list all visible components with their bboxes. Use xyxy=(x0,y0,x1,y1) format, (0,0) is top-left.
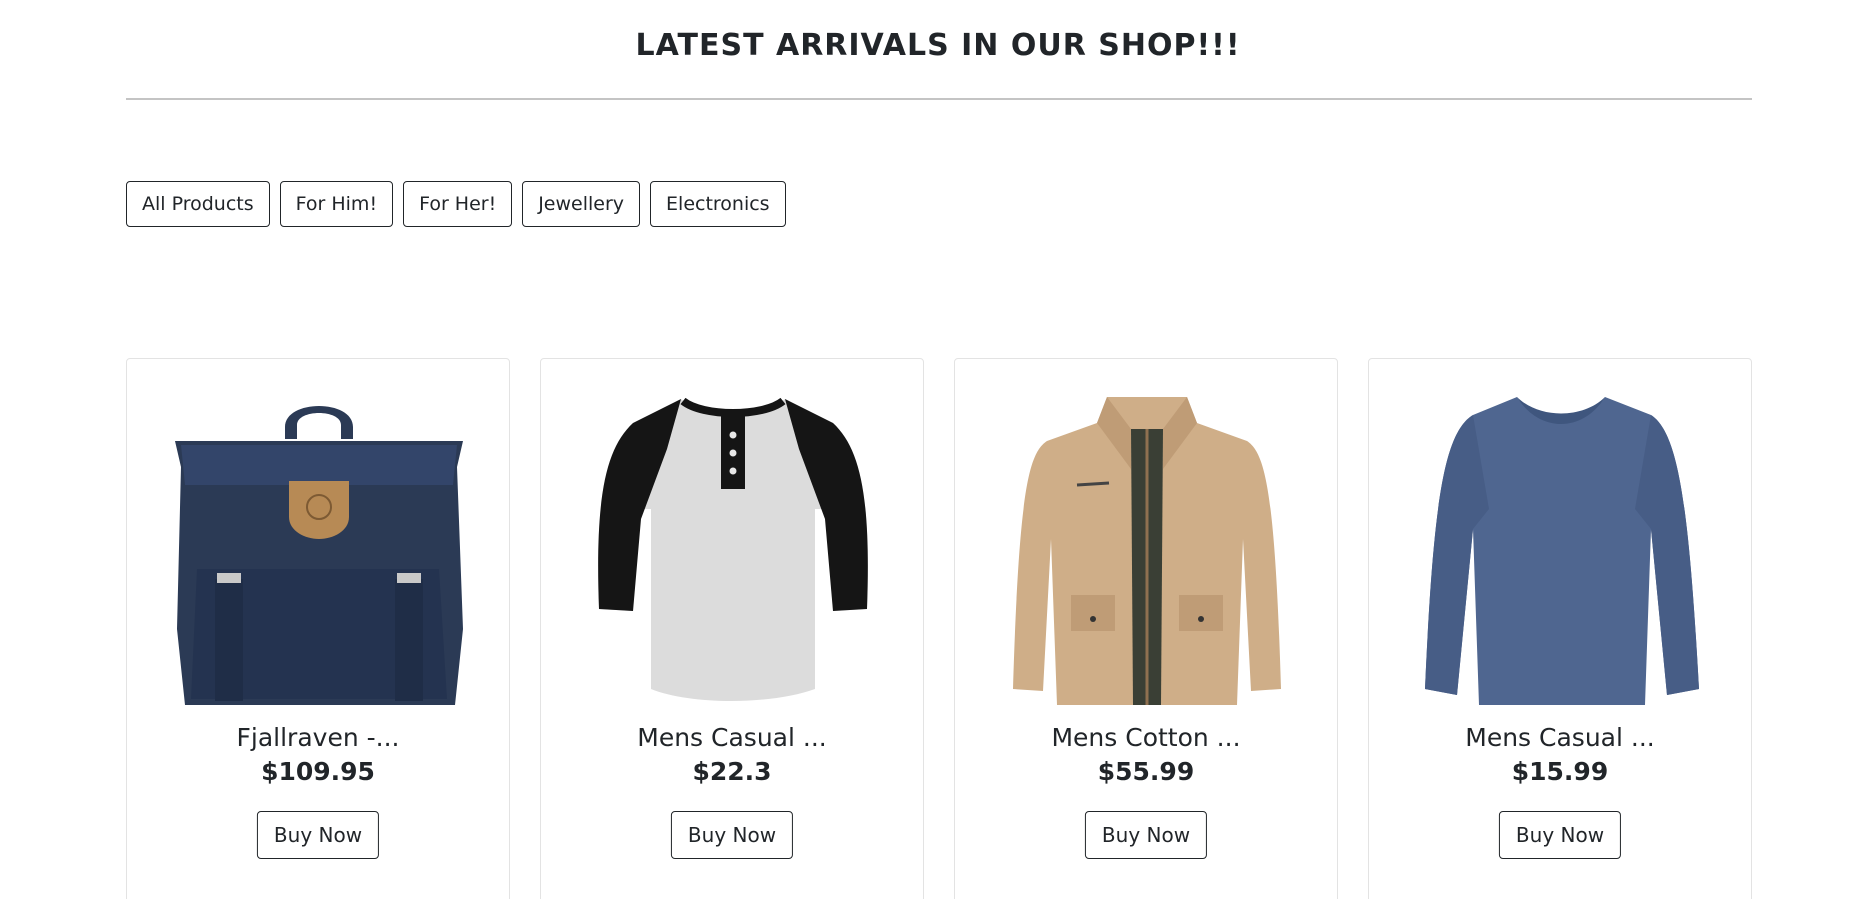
filter-electronics-button[interactable]: Electronics xyxy=(650,181,786,227)
product-title: Mens Casual ... xyxy=(1465,723,1655,752)
product-price: $55.99 xyxy=(1097,757,1195,786)
buy-now-button[interactable]: Buy Now xyxy=(256,811,380,859)
buy-now-button[interactable]: Buy Now xyxy=(1084,811,1208,859)
longsleeve-shirt-image xyxy=(1425,397,1699,705)
filter-jewellery-button[interactable]: Jewellery xyxy=(522,181,641,227)
product-price: $22.3 xyxy=(692,757,772,786)
product-image-longsleeve-shirt[interactable] xyxy=(1399,389,1723,709)
product-card: Mens Casual ... $15.99 Buy Now xyxy=(1368,358,1752,899)
product-card: Mens Casual ... $22.3 Buy Now xyxy=(540,358,924,899)
filter-for-her-button[interactable]: For Her! xyxy=(403,181,513,227)
product-card: Fjallraven -... $109.95 Buy Now xyxy=(126,358,510,899)
filter-for-him-button[interactable]: For Him! xyxy=(279,181,394,227)
product-image-henley-shirt[interactable] xyxy=(571,389,895,709)
product-image-jacket[interactable] xyxy=(985,389,1309,709)
jacket-image xyxy=(1013,397,1281,705)
header-divider xyxy=(126,98,1752,100)
backpack-image xyxy=(175,406,463,705)
buy-now-button[interactable]: Buy Now xyxy=(670,811,794,859)
product-title: Fjallraven -... xyxy=(236,723,400,752)
category-filter-bar: All Products For Him! For Her! Jewellery… xyxy=(126,181,786,227)
page: LATEST ARRIVALS IN OUR SHOP!!! All Produ… xyxy=(0,0,1876,899)
filter-all-products-button[interactable]: All Products xyxy=(126,181,270,227)
product-image-backpack[interactable] xyxy=(157,389,481,709)
buy-now-button[interactable]: Buy Now xyxy=(1498,811,1622,859)
product-title: Mens Casual ... xyxy=(637,723,827,752)
page-headline: LATEST ARRIVALS IN OUR SHOP!!! xyxy=(635,28,1241,63)
product-price: $15.99 xyxy=(1511,757,1609,786)
product-grid: Fjallraven -... $109.95 Buy Now Mens Cas… xyxy=(126,358,1752,899)
product-card: Mens Cotton ... $55.99 Buy Now xyxy=(954,358,1338,899)
product-title: Mens Cotton ... xyxy=(1051,723,1241,752)
product-price: $109.95 xyxy=(261,757,375,786)
henley-shirt-image xyxy=(598,397,868,701)
